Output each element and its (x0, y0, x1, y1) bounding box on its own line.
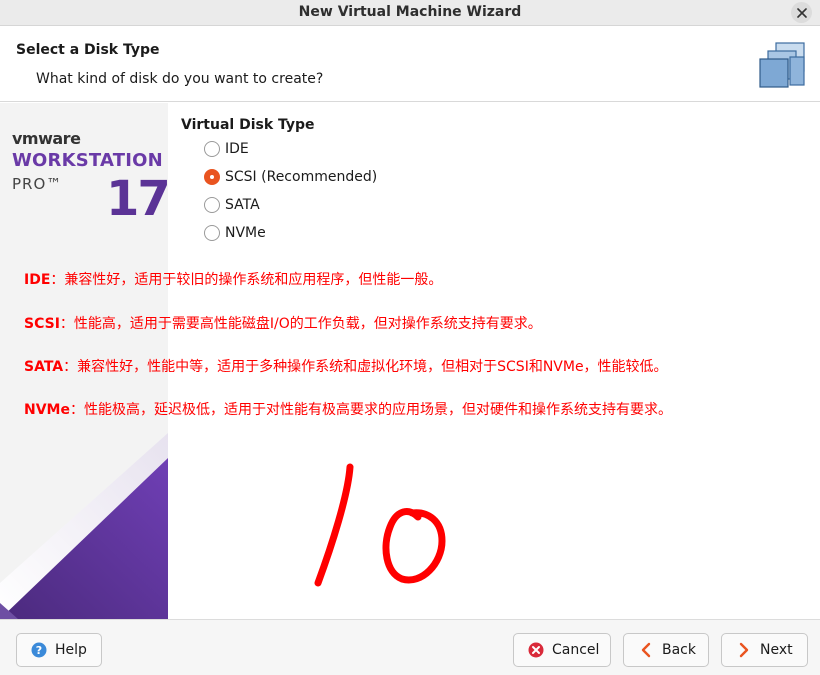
wizard-header: Select a Disk Type What kind of disk do … (0, 27, 820, 102)
product-name: WORKSTATION (12, 150, 163, 171)
close-icon (796, 7, 807, 18)
product-edition: PRO™ (12, 175, 63, 193)
radio-label: SATA (225, 197, 260, 213)
back-label: Back (662, 642, 696, 658)
chevron-right-icon (736, 642, 752, 658)
page-subtitle: What kind of disk do you want to create? (36, 71, 324, 87)
disk-type-group-label: Virtual Disk Type (181, 117, 315, 133)
svg-text:?: ? (36, 644, 42, 657)
vmware-logo: vmware (12, 129, 81, 148)
annotation-note-sata: SATA：兼容性好，性能中等，适用于多种操作系统和虚拟化环境，但相对于SCSI和… (24, 359, 668, 375)
radio-option-sata[interactable]: SATA (204, 195, 260, 215)
radio-button[interactable] (204, 141, 220, 157)
cancel-label: Cancel (552, 642, 600, 658)
back-button[interactable]: Back (623, 633, 709, 667)
handwritten-number (314, 463, 446, 587)
window-title: New Virtual Machine Wizard (298, 4, 522, 20)
wizard-footer: ? Help Cancel Back Next (0, 619, 820, 675)
page-title: Select a Disk Type (16, 42, 160, 58)
cancel-icon (528, 642, 544, 658)
annotation-note-scsi: SCSI：性能高，适用于需要高性能磁盘I/O的工作负载，但对操作系统支持有要求。 (24, 316, 542, 332)
annotation-note-nvme: NVMe：性能极高，延迟极低，适用于对性能有极高要求的应用场景，但对硬件和操作系… (24, 402, 672, 418)
radio-option-nvme[interactable]: NVMe (204, 223, 266, 243)
product-version: 17 (106, 171, 168, 227)
next-label: Next (760, 642, 793, 658)
radio-button[interactable] (204, 197, 220, 213)
radio-label: SCSI (Recommended) (225, 169, 378, 185)
virtual-disk-icon (759, 42, 805, 88)
title-bar: New Virtual Machine Wizard (0, 0, 820, 26)
cancel-button[interactable]: Cancel (513, 633, 611, 667)
next-button[interactable]: Next (721, 633, 808, 667)
radio-button[interactable] (204, 225, 220, 241)
close-button[interactable] (791, 2, 812, 23)
annotation-note-ide: IDE：兼容性好，适用于较旧的操作系统和应用程序，但性能一般。 (24, 272, 443, 288)
help-label: Help (55, 642, 87, 658)
help-icon: ? (31, 642, 47, 658)
help-button[interactable]: ? Help (16, 633, 102, 667)
radio-option-scsi[interactable]: SCSI (Recommended) (204, 167, 377, 187)
radio-label: NVMe (225, 225, 266, 241)
radio-option-ide[interactable]: IDE (204, 139, 249, 159)
radio-label: IDE (225, 141, 249, 157)
radio-button-selected[interactable] (204, 169, 220, 185)
chevron-left-icon (638, 642, 654, 658)
